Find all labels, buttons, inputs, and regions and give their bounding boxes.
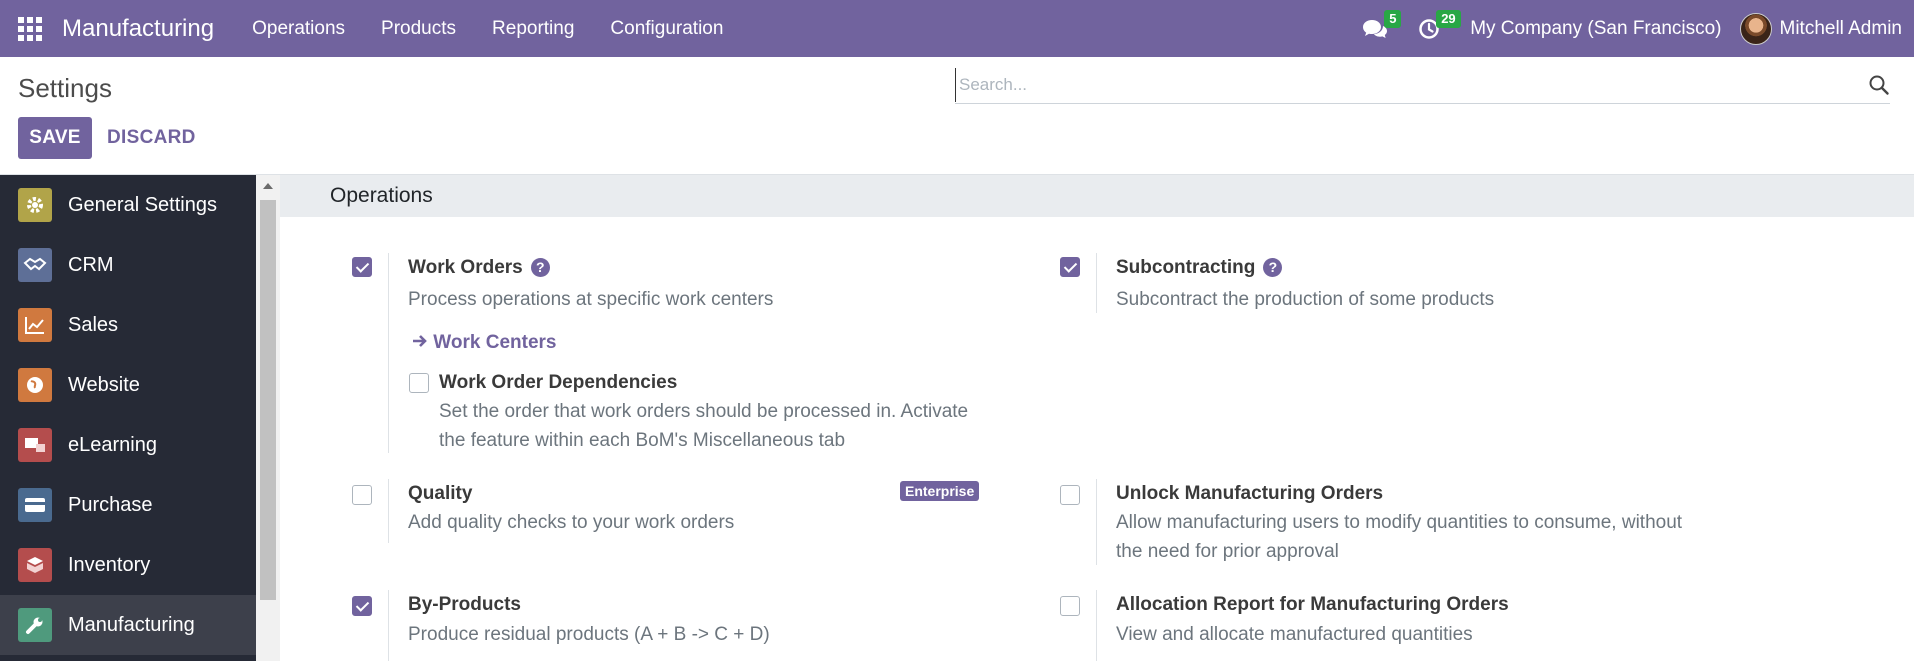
allocation-report-description: View and allocate manufactured quantitie…	[1116, 624, 1473, 645]
divider	[388, 590, 389, 661]
quality-checkbox[interactable]	[352, 485, 372, 505]
save-button[interactable]: SAVE	[18, 117, 92, 159]
wo-dependencies-description-1: Set the order that work orders should be…	[439, 401, 969, 422]
card-icon	[18, 488, 52, 522]
sidebar-item-purchase[interactable]: Purchase	[0, 475, 256, 535]
page-title: Settings	[18, 73, 112, 103]
sidebar-item-label: Sales	[68, 313, 119, 336]
apps-menu-icon[interactable]	[0, 0, 60, 57]
box-icon	[18, 548, 52, 582]
sidebar-item-label: CRM	[68, 253, 114, 276]
allocation-report-title: Allocation Report for Manufacturing Orde…	[1116, 594, 1509, 615]
sidebar-item-elearning[interactable]: eLearning	[0, 415, 256, 475]
sidebar-item-label: General Settings	[68, 193, 217, 216]
unlock-mo-checkbox[interactable]	[1060, 485, 1080, 505]
subcontracting-title: Subcontracting	[1116, 257, 1256, 278]
sidebar-item-sales[interactable]: Sales	[0, 295, 256, 355]
search-bar	[955, 68, 1890, 104]
unlock-mo-title: Unlock Manufacturing Orders	[1116, 483, 1384, 504]
messages-count-badge: 5	[1384, 10, 1402, 28]
activities-count-badge: 29	[1436, 10, 1461, 28]
messages-button[interactable]: 5	[1350, 0, 1402, 57]
unlock-mo-description-1: Allow manufacturing users to modify quan…	[1116, 512, 1683, 533]
learning-icon	[18, 428, 52, 462]
divider	[1096, 590, 1097, 661]
section-header: Operations	[280, 175, 1914, 217]
settings-sidebar: General Settings CRM Sales Website eLear…	[0, 175, 256, 661]
menu-operations[interactable]: Operations	[234, 0, 363, 57]
section-title: Operations	[330, 184, 433, 207]
menu-products[interactable]: Products	[363, 0, 474, 57]
wo-dependencies-description-2: the feature within each BoM's Miscellane…	[439, 430, 846, 451]
sidebar-item-label: Inventory	[68, 553, 151, 576]
divider	[388, 253, 389, 453]
activities-button[interactable]: 29	[1406, 0, 1461, 57]
scroll-thumb[interactable]	[260, 200, 276, 600]
user-menu[interactable]: Mitchell Admin	[1739, 12, 1914, 45]
work-orders-description: Process operations at specific work cent…	[408, 289, 774, 310]
sidebar-item-label: eLearning	[68, 433, 157, 456]
app-brand[interactable]: Manufacturing	[62, 15, 214, 43]
wo-dependencies-checkbox[interactable]	[409, 373, 429, 393]
subcontracting-description: Subcontract the production of some produ…	[1116, 289, 1495, 310]
discard-button[interactable]: DISCARD	[107, 117, 196, 159]
allocation-report-checkbox[interactable]	[1060, 596, 1080, 616]
quality-title: Quality	[408, 483, 473, 504]
wrench-icon	[18, 608, 52, 642]
wo-dependencies-title: Work Order Dependencies	[439, 372, 678, 393]
unlock-mo-description-2: the need for prior approval	[1116, 541, 1339, 562]
menu-configuration[interactable]: Configuration	[592, 0, 741, 57]
work-orders-setting: Work Orders?	[408, 257, 550, 279]
subcontracting-setting: Subcontracting?	[1116, 257, 1283, 279]
help-icon[interactable]: ?	[1263, 257, 1283, 277]
work-centers-label: Work Centers	[433, 332, 557, 353]
arrow-right-icon	[413, 335, 427, 347]
search-icon[interactable]	[1868, 74, 1890, 96]
sidebar-item-inventory[interactable]: Inventory	[0, 535, 256, 595]
divider	[1096, 253, 1097, 313]
gear-icon	[18, 188, 52, 222]
quality-description: Add quality checks to your work orders	[408, 512, 735, 533]
chart-icon	[18, 308, 52, 342]
user-name: Mitchell Admin	[1779, 17, 1903, 39]
work-centers-link[interactable]: Work Centers	[412, 332, 556, 354]
divider	[1096, 479, 1097, 565]
by-products-description: Produce residual products (A + B -> C + …	[408, 624, 770, 645]
menu-reporting[interactable]: Reporting	[474, 0, 592, 57]
work-orders-title: Work Orders	[408, 257, 523, 278]
by-products-checkbox[interactable]	[352, 596, 372, 616]
sidebar-item-manufacturing[interactable]: Manufacturing	[0, 595, 256, 655]
help-icon[interactable]: ?	[530, 257, 550, 277]
settings-content: Operations Work Orders? Process operatio…	[280, 175, 1914, 661]
subcontracting-checkbox[interactable]	[1060, 257, 1080, 277]
handshake-icon	[18, 248, 52, 282]
sidebar-item-crm[interactable]: CRM	[0, 235, 256, 295]
sidebar-scrollbar[interactable]	[256, 175, 280, 661]
globe-icon	[18, 368, 52, 402]
scroll-up-arrow-icon[interactable]	[263, 183, 273, 189]
sidebar-item-label: Purchase	[68, 493, 153, 516]
divider	[388, 479, 389, 543]
top-navbar: Manufacturing Operations Products Report…	[0, 0, 1914, 57]
search-input[interactable]	[955, 68, 1835, 102]
sidebar-item-website[interactable]: Website	[0, 355, 256, 415]
control-panel: Settings SAVE DISCARD	[0, 57, 1914, 175]
avatar	[1739, 12, 1772, 45]
by-products-title: By-Products	[408, 594, 521, 615]
work-orders-checkbox[interactable]	[352, 257, 372, 277]
company-switcher[interactable]: My Company (San Francisco)	[1452, 18, 1739, 40]
enterprise-badge: Enterprise	[900, 481, 980, 501]
sidebar-item-general-settings[interactable]: General Settings	[0, 175, 256, 235]
sidebar-item-label: Website	[68, 373, 140, 396]
sidebar-item-label: Manufacturing	[68, 613, 195, 636]
